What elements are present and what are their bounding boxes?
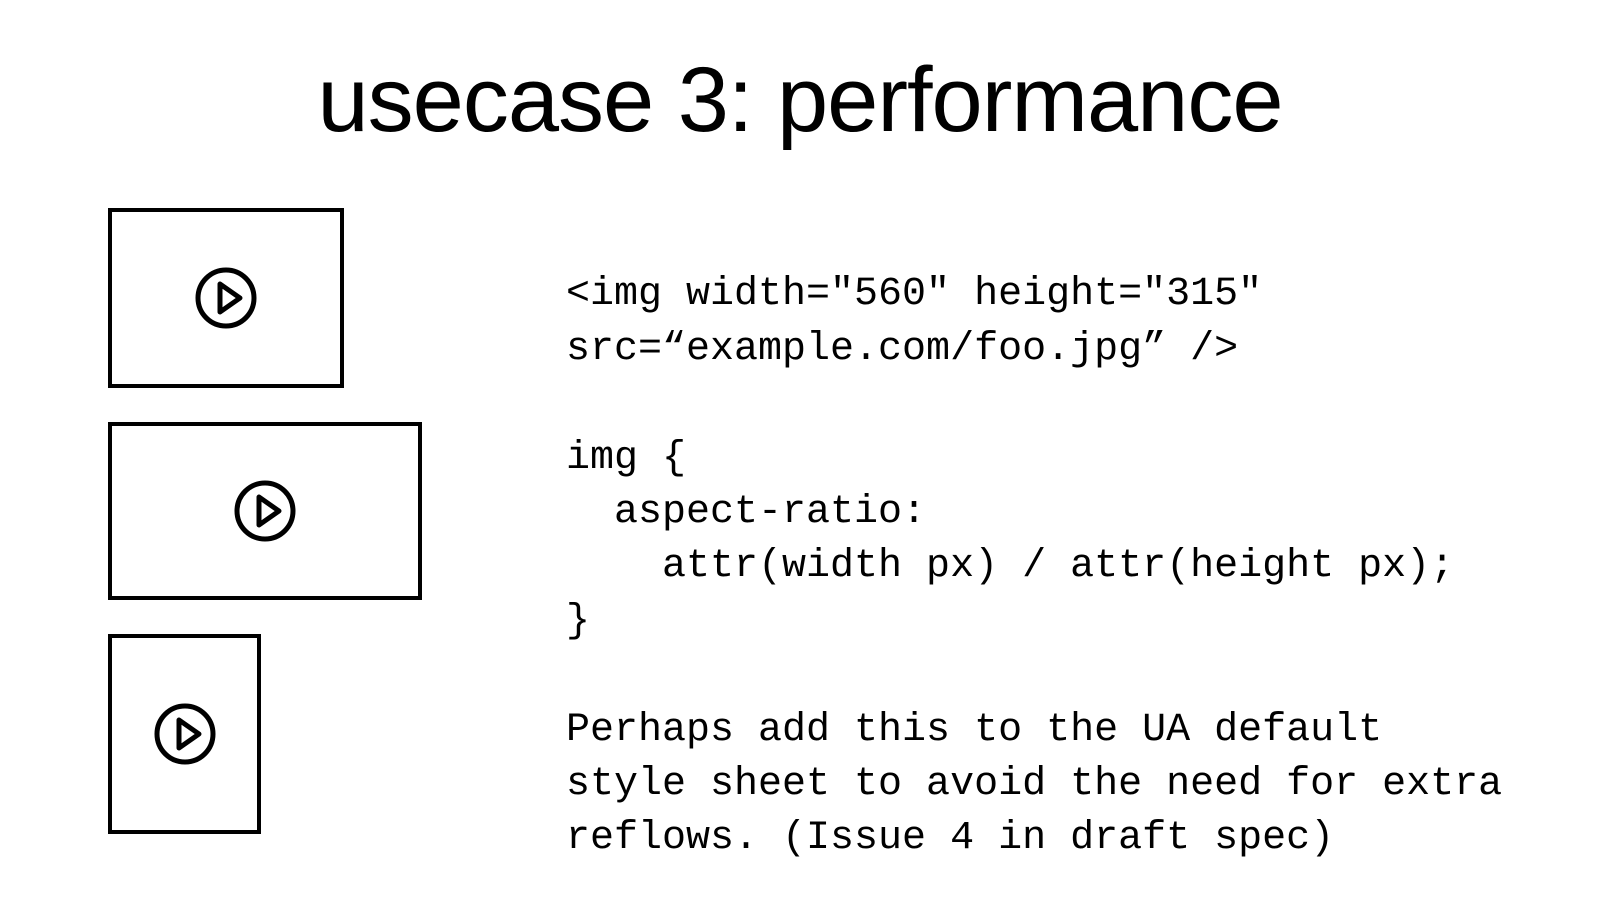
play-icon xyxy=(233,479,297,543)
slide-title: usecase 3: performance xyxy=(0,48,1600,153)
slide-body: <img width="560" height="315" src=“examp… xyxy=(566,214,1526,867)
media-placeholder-3 xyxy=(108,634,261,834)
code-line: <img width="560" height="315" xyxy=(566,272,1262,317)
media-placeholder-2 xyxy=(108,422,422,600)
media-placeholder-1 xyxy=(108,208,344,388)
code-line: src=“example.com/foo.jpg” /> xyxy=(566,327,1238,372)
media-placeholder-column xyxy=(108,208,422,834)
css-line: attr(width px) / attr(height px); xyxy=(566,544,1454,589)
css-line: } xyxy=(566,599,590,644)
note-text: Perhaps add this to the UA default style… xyxy=(566,708,1526,862)
css-line: img { xyxy=(566,436,686,481)
play-icon xyxy=(153,702,217,766)
css-line: aspect-ratio: xyxy=(566,490,926,535)
play-icon xyxy=(194,266,258,330)
